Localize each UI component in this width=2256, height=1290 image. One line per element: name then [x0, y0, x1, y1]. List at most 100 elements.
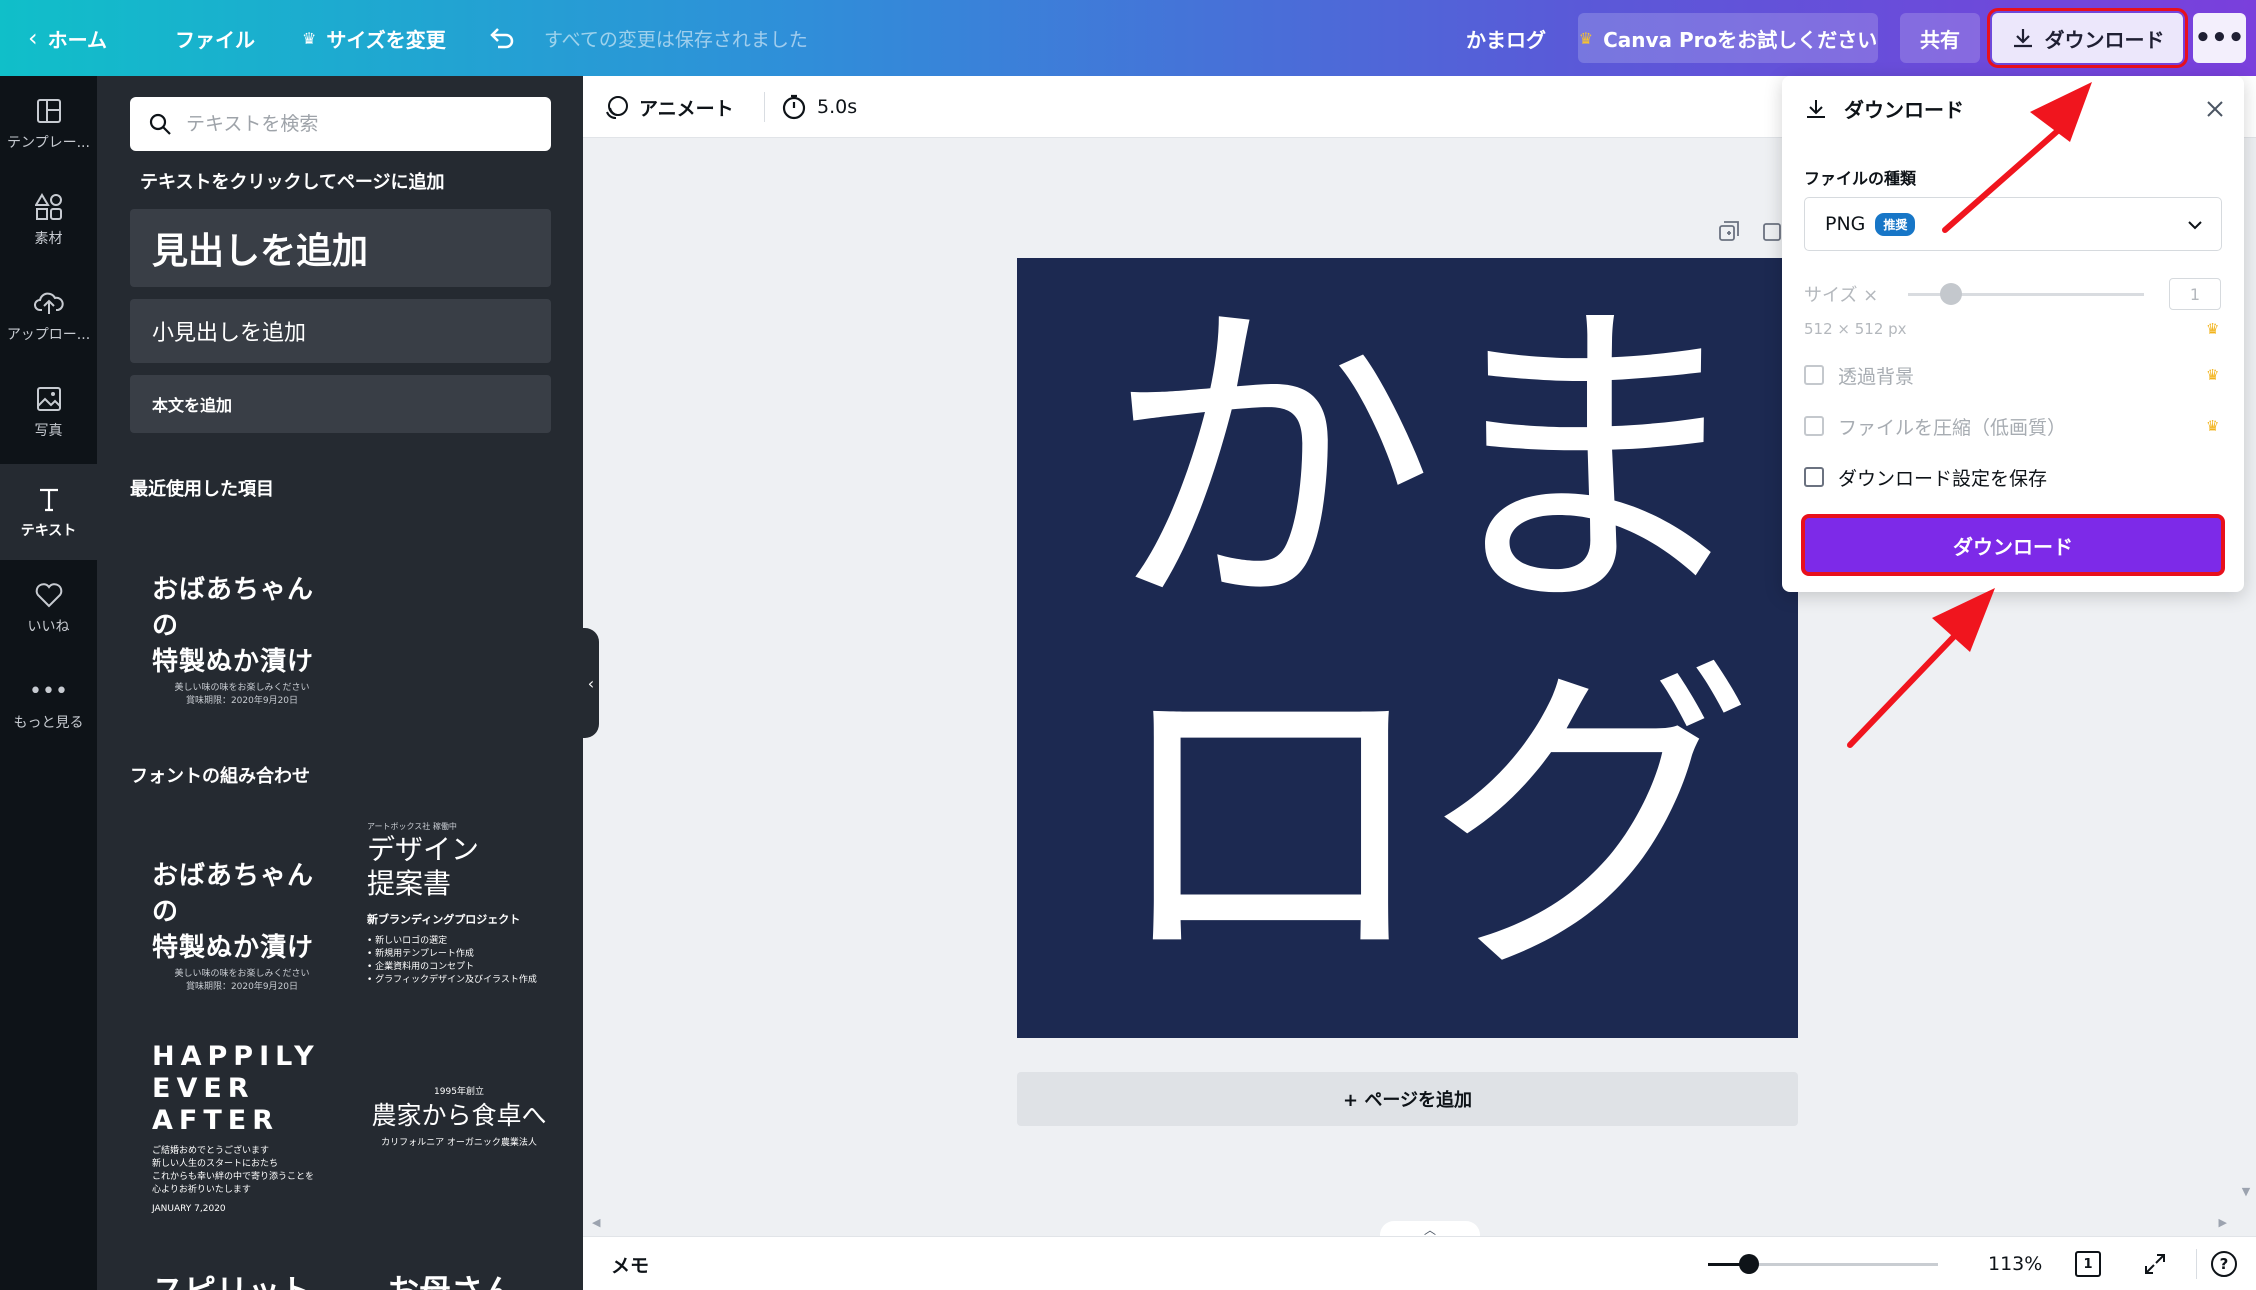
- close-popover-button[interactable]: [2200, 94, 2230, 124]
- template-text: カリフォルニア オーガニック農業法人: [381, 1138, 537, 1148]
- template-text: 新しい人生のスタートにおたち: [152, 1159, 279, 1169]
- page-text-line-1[interactable]: かま: [1105, 298, 1755, 628]
- checkbox[interactable]: [1804, 467, 1824, 487]
- template-text: 1995年創立: [434, 1087, 484, 1097]
- add-body-label: 本文を追加: [152, 396, 233, 415]
- animate-label: アニメート: [639, 97, 734, 120]
- template-nukazuke-recent[interactable]: おばあちゃんの 特製ぬか漬け 美しい味の味をお楽しみください 賞味期限：2020…: [152, 572, 332, 708]
- add-page-icon[interactable]: [1762, 220, 1784, 242]
- rail-item-templates[interactable]: テンプレー...: [0, 76, 97, 172]
- document-title[interactable]: かまログ: [1466, 0, 1546, 76]
- elements-icon: [34, 192, 64, 222]
- resize-button[interactable]: ♛ サイズを変更: [302, 0, 446, 76]
- template-text: 特製ぬか漬け: [152, 933, 315, 963]
- rail-label: 素材: [34, 231, 63, 247]
- animate-button[interactable]: アニメート: [603, 76, 734, 138]
- chevron-left-icon: ‹: [587, 673, 595, 693]
- popover-download-button[interactable]: ダウンロード: [1801, 514, 2225, 576]
- text-icon: [34, 484, 64, 514]
- popover-header: ダウンロード: [1804, 94, 1964, 123]
- template-farm-to-table[interactable]: 1995年創立 農家から食卓へ カリフォルニア オーガニック農業法人: [359, 1086, 559, 1150]
- save-status: すべての変更は保存されました: [544, 0, 808, 76]
- design-page[interactable]: かま ログ: [1017, 258, 1798, 1038]
- template-text: おばあちゃんの: [152, 861, 315, 927]
- rail-item-uploads[interactable]: アップロー...: [0, 268, 97, 364]
- toolbar-divider: [764, 92, 765, 122]
- size-input[interactable]: 1: [2169, 278, 2221, 310]
- template-design-proposal[interactable]: アートボックス社 稼働中 デザイン 提案書 新ブランディングプロジェクト • 新…: [367, 820, 557, 987]
- notes-button[interactable]: メモ: [611, 1237, 649, 1290]
- home-button[interactable]: ‹ ホーム: [28, 0, 107, 76]
- notes-label: メモ: [611, 1254, 650, 1277]
- template-happily-ever-after[interactable]: HAPPILY EVER AFTER ご結婚おめでとうございます 新しい人生のス…: [152, 1041, 342, 1216]
- template-text: ご結婚おめでとうございます: [152, 1146, 270, 1156]
- scroll-left-icon[interactable]: ◀: [592, 1216, 600, 1229]
- collapse-panel-handle[interactable]: ‹: [583, 628, 599, 738]
- download-label: ダウンロード: [2044, 27, 2165, 52]
- file-label: ファイル: [175, 27, 255, 52]
- template-text: デザイン: [367, 833, 480, 866]
- download-button[interactable]: ダウンロード: [1987, 8, 2188, 68]
- template-nukazuke[interactable]: おばあちゃんの 特製ぬか漬け 美しい味の味をお楽しみください 賞味期限：2020…: [152, 858, 332, 994]
- text-search-box[interactable]: [130, 97, 551, 151]
- fullscreen-button[interactable]: [2143, 1237, 2167, 1290]
- rail-item-likes[interactable]: いいね: [0, 560, 97, 656]
- vertical-scrollbar[interactable]: ▼: [2236, 1185, 2256, 1225]
- scroll-right-icon[interactable]: ▶: [2219, 1216, 2227, 1229]
- template-spirit[interactable]: スピリット: [152, 1266, 312, 1290]
- rail-item-elements[interactable]: 素材: [0, 172, 97, 268]
- save-settings-option[interactable]: ダウンロード設定を保存: [1804, 462, 2047, 492]
- more-options-button[interactable]: •••: [2193, 13, 2246, 63]
- resize-label: サイズを変更: [326, 27, 446, 52]
- compress-file-option[interactable]: ファイルを圧縮（低画質）: [1804, 411, 2066, 441]
- template-text: EVER: [152, 1073, 255, 1104]
- template-icon: [34, 96, 64, 126]
- template-text: AFTER: [152, 1105, 279, 1136]
- page-actions: [1718, 220, 1784, 242]
- page-text-line-2[interactable]: ログ: [1105, 658, 1755, 988]
- rail-item-more[interactable]: ••• もっと見る: [0, 656, 97, 752]
- size-row: サイズ × 1: [1804, 276, 2222, 312]
- undo-button[interactable]: [488, 0, 516, 76]
- duration-label: 5.0s: [817, 96, 858, 118]
- duplicate-page-icon[interactable]: [1718, 220, 1740, 242]
- download-icon: [2013, 29, 2032, 48]
- rail-item-photos[interactable]: 写真: [0, 364, 97, 460]
- rail-label: テキスト: [20, 523, 77, 539]
- canva-pro-trial-button[interactable]: ♛ Canva Proをお試しください: [1578, 13, 1878, 63]
- rail-item-text[interactable]: テキスト: [0, 464, 97, 560]
- share-label: 共有: [1920, 27, 1960, 52]
- file-menu-button[interactable]: ファイル: [175, 0, 255, 76]
- animate-icon: [606, 96, 628, 119]
- add-page-button[interactable]: + ページを追加: [1017, 1072, 1798, 1126]
- recent-section-title: 最近使用した項目: [130, 479, 274, 500]
- template-text: 提案書: [367, 867, 452, 900]
- template-text: 賞味期限：2020年9月20日: [185, 696, 299, 706]
- add-heading-button[interactable]: 見出しを追加: [130, 209, 551, 287]
- text-search-input[interactable]: [186, 113, 526, 135]
- chevron-left-icon: ‹: [28, 24, 38, 52]
- file-type-label: ファイルの種類: [1804, 169, 1917, 188]
- template-mother[interactable]: お母さん: [387, 1266, 515, 1290]
- template-text: アートボックス社 稼働中: [367, 822, 457, 831]
- template-text: HAPPILY: [152, 1041, 320, 1072]
- expand-notes-tab[interactable]: ︿: [1380, 1221, 1480, 1237]
- zoom-percent[interactable]: 113%: [1988, 1237, 2042, 1290]
- option-label: 透過背景: [1838, 365, 1915, 388]
- dimensions-text: 512 × 512 px: [1804, 320, 1907, 338]
- checkbox[interactable]: [1804, 365, 1824, 385]
- add-body-text-button[interactable]: 本文を追加: [130, 375, 551, 433]
- chevron-up-icon: ︿: [1423, 1223, 1436, 1237]
- duration-button[interactable]: 5.0s: [781, 76, 857, 138]
- file-type-select[interactable]: PNG 推奨: [1804, 197, 2222, 251]
- transparent-bg-option[interactable]: 透過背景: [1804, 360, 1914, 390]
- help-button[interactable]: ?: [2211, 1237, 2237, 1290]
- size-slider-knob[interactable]: [1940, 283, 1962, 305]
- add-subheading-button[interactable]: 小見出しを追加: [130, 299, 551, 363]
- scroll-down-icon[interactable]: ▼: [2236, 1185, 2256, 1198]
- page-count-text: 1: [2083, 1256, 2093, 1272]
- share-button[interactable]: 共有: [1900, 13, 1980, 63]
- page-count-button[interactable]: 1: [2075, 1237, 2101, 1290]
- template-bullets: • 新しいロゴの選定 • 新規用テンプレート作成 • 企業資料用のコンセプト •…: [367, 936, 537, 985]
- checkbox[interactable]: [1804, 416, 1824, 436]
